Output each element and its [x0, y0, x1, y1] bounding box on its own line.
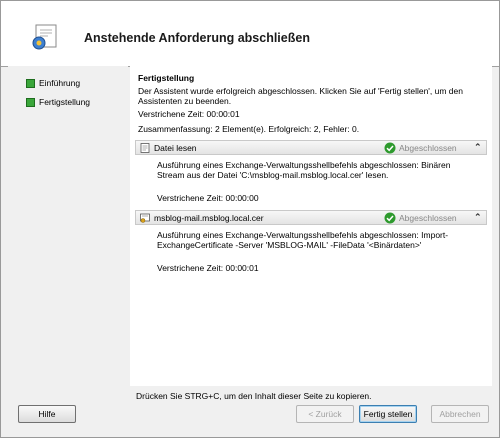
- elapsed-time: Verstrichene Zeit: 00:00:01: [138, 109, 240, 119]
- step-status: Abgeschlossen: [399, 143, 457, 153]
- step-read-file: Datei lesen Abgeschlossen ⌃ Ausführung e…: [135, 140, 487, 210]
- finish-button[interactable]: Fertig stellen: [359, 405, 417, 423]
- step-elapsed-time: Verstrichene Zeit: 00:00:00: [157, 193, 259, 203]
- collapse-chevron-icon[interactable]: ⌃: [474, 142, 482, 153]
- check-circle-icon: [384, 212, 396, 224]
- certificate-wizard-icon: [32, 24, 57, 50]
- green-square-icon: [26, 78, 35, 88]
- step-header[interactable]: Datei lesen Abgeschlossen ⌃: [135, 140, 487, 155]
- cancel-button[interactable]: Abbrechen: [431, 405, 489, 423]
- nav-item-completion[interactable]: Fertigstellung: [26, 97, 90, 107]
- summary-text: Zusammenfassung: 2 Element(e). Erfolgrei…: [138, 124, 360, 134]
- step-elapsed-time: Verstrichene Zeit: 00:00:01: [157, 263, 259, 273]
- step-status: Abgeschlossen: [399, 213, 457, 223]
- green-square-icon: [26, 97, 35, 107]
- help-button[interactable]: Hilfe: [18, 405, 76, 423]
- copy-hint-text: Drücken Sie STRG+C, um den Inhalt dieser…: [136, 391, 372, 401]
- check-circle-icon: [384, 142, 396, 154]
- completion-description: Der Assistent wurde erfolgreich abgeschl…: [138, 86, 463, 106]
- nav-item-label: Fertigstellung: [39, 97, 91, 107]
- wizard-title: Anstehende Anforderung abschließen: [84, 31, 310, 45]
- document-icon: [140, 143, 150, 153]
- step-header[interactable]: msblog-mail.msblog.local.cer Abgeschloss…: [135, 210, 487, 225]
- main-content-panel: Fertigstellung Der Assistent wurde erfol…: [130, 66, 492, 386]
- step-name: msblog-mail.msblog.local.cer: [154, 213, 264, 223]
- wizard-navigation: Einführung Fertigstellung: [8, 66, 128, 386]
- back-button[interactable]: < Zurück: [296, 405, 354, 423]
- collapse-chevron-icon[interactable]: ⌃: [474, 212, 482, 223]
- nav-item-introduction[interactable]: Einführung: [26, 78, 80, 88]
- wizard-header: Anstehende Anforderung abschließen: [0, 0, 500, 67]
- step-details: Ausführung eines Exchange-Verwaltungsshe…: [157, 230, 449, 250]
- certificate-icon: [140, 213, 150, 223]
- step-name: Datei lesen: [154, 143, 197, 153]
- page-heading: Fertigstellung: [138, 73, 195, 83]
- nav-item-label: Einführung: [39, 78, 81, 88]
- step-details: Ausführung eines Exchange-Verwaltungsshe…: [157, 160, 451, 180]
- step-import-certificate: msblog-mail.msblog.local.cer Abgeschloss…: [135, 210, 487, 280]
